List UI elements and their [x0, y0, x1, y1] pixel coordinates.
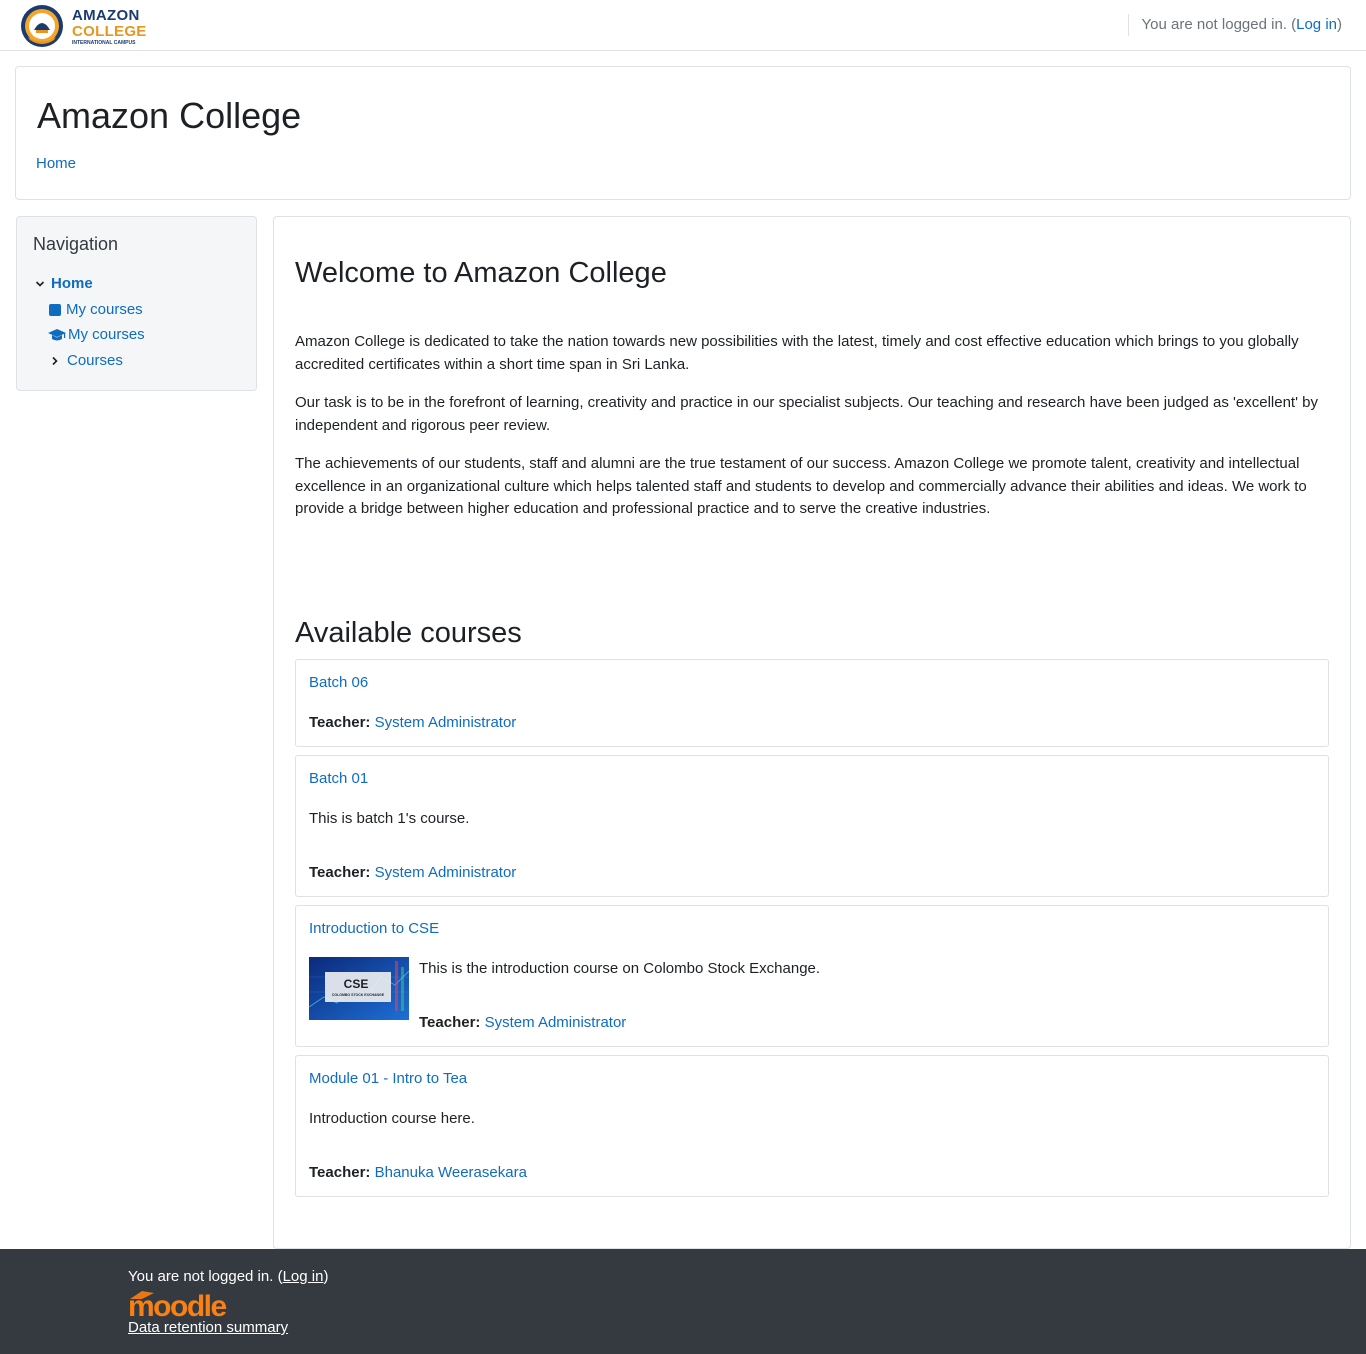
college-emblem-icon	[21, 5, 63, 47]
course-teacher: Teacher: System Administrator	[419, 1014, 626, 1031]
nav-item-courses[interactable]: Courses	[47, 352, 123, 369]
welcome-heading: Welcome to Amazon College	[295, 257, 667, 289]
footer-login-status: You are not logged in. (Log in)	[128, 1268, 329, 1285]
intro-paragraph-1: Amazon College is dedicated to take the …	[295, 333, 1299, 373]
nav-home-link[interactable]: Home	[51, 275, 93, 292]
navigation-title: Navigation	[33, 234, 119, 254]
course-name-link[interactable]: Batch 06	[309, 674, 368, 691]
svg-text:CSE: CSE	[344, 977, 369, 991]
footer-login-link[interactable]: Log in	[283, 1268, 324, 1285]
available-courses-heading: Available courses	[295, 617, 522, 649]
data-retention-link[interactable]: Data retention summary	[128, 1319, 288, 1336]
teacher-link[interactable]: System Administrator	[485, 1014, 627, 1031]
page-header: Amazon College Home	[15, 66, 1351, 200]
nav-my-courses-link[interactable]: My courses	[66, 301, 143, 318]
course-name-link[interactable]: Module 01 - Intro to Tea	[309, 1070, 467, 1087]
course-box: Batch 06 Teacher: System Administrator	[295, 659, 1329, 747]
teacher-link[interactable]: System Administrator	[375, 864, 517, 881]
course-image[interactable]: CSE COLOMBO STOCK EXCHANGE	[309, 957, 409, 1020]
course-summary: This is batch 1's course.	[309, 810, 470, 827]
navigation-block: Navigation Home My courses My courses Co…	[16, 216, 257, 391]
page-footer: You are not logged in. (Log in) moodle D…	[0, 1249, 1366, 1354]
top-navbar: AMAZON COLLEGE INTERNATIONAL CAMPUS You …	[0, 0, 1366, 51]
course-teacher: Teacher: System Administrator	[309, 714, 516, 731]
course-name-link[interactable]: Introduction to CSE	[309, 920, 439, 937]
graduation-cap-icon	[47, 327, 67, 343]
course-name-link[interactable]: Batch 01	[309, 770, 368, 787]
chevron-down-icon[interactable]	[32, 276, 48, 292]
logo-text-college: COLLEGE	[72, 23, 147, 40]
teacher-label: Teacher:	[309, 714, 371, 731]
course-box: Introduction to CSE CSE COLOMBO STOCK EX…	[295, 905, 1329, 1047]
login-status: You are not logged in. (Log in)	[1141, 16, 1342, 33]
nav-my-courses-2-link[interactable]: My courses	[68, 326, 145, 343]
chevron-right-icon[interactable]	[47, 353, 63, 369]
course-teacher: Teacher: System Administrator	[309, 864, 516, 881]
breadcrumb: Home	[36, 155, 76, 172]
teacher-label: Teacher:	[309, 1164, 371, 1181]
teacher-link[interactable]: Bhanuka Weerasekara	[375, 1164, 527, 1181]
logo-text-amazon: AMAZON	[72, 7, 140, 24]
nav-item-home[interactable]: Home	[32, 275, 93, 292]
course-teacher: Teacher: Bhanuka Weerasekara	[309, 1164, 527, 1181]
nav-item-my-courses-2[interactable]: My courses	[47, 326, 145, 343]
moodle-logo[interactable]: moodle	[128, 1287, 242, 1323]
course-box: Batch 01 This is batch 1's course. Teach…	[295, 755, 1329, 897]
nav-courses-link[interactable]: Courses	[67, 352, 123, 369]
breadcrumb-home-link[interactable]: Home	[36, 155, 76, 172]
intro-paragraph-2: Our task is to be in the forefront of le…	[295, 394, 1318, 434]
nav-item-my-courses[interactable]: My courses	[47, 301, 143, 318]
svg-text:moodle: moodle	[128, 1290, 226, 1321]
intro-paragraph-3: The achievements of our students, staff …	[295, 455, 1307, 517]
teacher-link[interactable]: System Administrator	[375, 714, 517, 731]
login-link[interactable]: Log in	[1296, 16, 1337, 33]
page-title: Amazon College	[37, 95, 302, 136]
navbar-divider	[1128, 14, 1129, 36]
course-summary: Introduction course here.	[309, 1110, 475, 1127]
course-box: Module 01 - Intro to Tea Introduction co…	[295, 1055, 1329, 1197]
square-icon	[47, 302, 63, 318]
logo-text-campus: INTERNATIONAL CAMPUS	[72, 40, 136, 46]
main-content: Welcome to Amazon College Amazon College…	[273, 216, 1351, 1249]
course-summary: This is the introduction course on Colom…	[419, 960, 821, 977]
teacher-label: Teacher:	[419, 1014, 481, 1031]
svg-text:COLOMBO STOCK EXCHANGE: COLOMBO STOCK EXCHANGE	[332, 993, 385, 997]
teacher-label: Teacher:	[309, 864, 371, 881]
site-logo[interactable]: AMAZON COLLEGE INTERNATIONAL CAMPUS	[20, 4, 147, 48]
